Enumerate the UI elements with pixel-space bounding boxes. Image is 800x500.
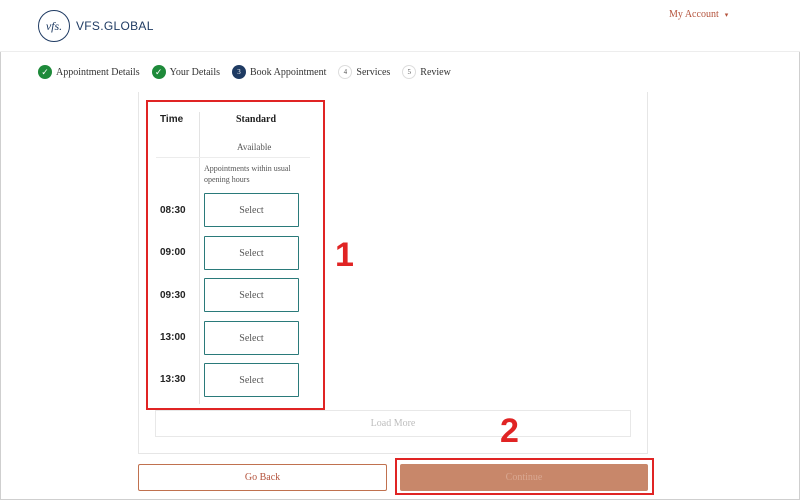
progress-stepper: ✓ Appointment Details ✓ Your Details 3 B…	[38, 63, 463, 81]
check-icon: ✓	[151, 65, 166, 79]
step-book-appointment: 3 Book Appointment	[232, 65, 326, 79]
vfs-logo[interactable]: vfs. VFS.GLOBAL	[38, 10, 154, 42]
step-label: Services	[356, 66, 391, 78]
step-label: Review	[420, 66, 451, 78]
step-services: 4 Services	[338, 65, 390, 79]
top-header: vfs. VFS.GLOBAL My Account ▾	[0, 0, 800, 52]
annotation-box-slots	[146, 100, 325, 410]
step-your-details: ✓ Your Details	[151, 65, 220, 79]
step-number-icon: 3	[232, 65, 246, 79]
my-account-label: My Account	[669, 9, 719, 20]
step-label: Your Details	[169, 66, 220, 78]
annotation-box-continue	[395, 458, 654, 495]
logo-text: VFS.GLOBAL	[76, 19, 154, 33]
logo-mark: vfs.	[38, 10, 70, 42]
check-icon: ✓	[38, 65, 52, 79]
go-back-button[interactable]: Go Back	[138, 464, 387, 491]
load-more-button[interactable]: Load More	[155, 410, 631, 437]
annotation-label-2: 2	[500, 412, 519, 450]
my-account-menu[interactable]: My Account ▾	[669, 9, 728, 20]
step-number-icon: 4	[338, 65, 353, 79]
step-label: Book Appointment	[250, 66, 327, 78]
caret-down-icon: ▾	[724, 10, 729, 19]
annotation-label-1: 1	[335, 236, 354, 274]
step-review: 5 Review	[402, 65, 451, 79]
step-appointment-details: ✓ Appointment Details	[38, 65, 140, 79]
step-number-icon: 5	[402, 65, 417, 79]
step-label: Appointment Details	[56, 66, 140, 78]
